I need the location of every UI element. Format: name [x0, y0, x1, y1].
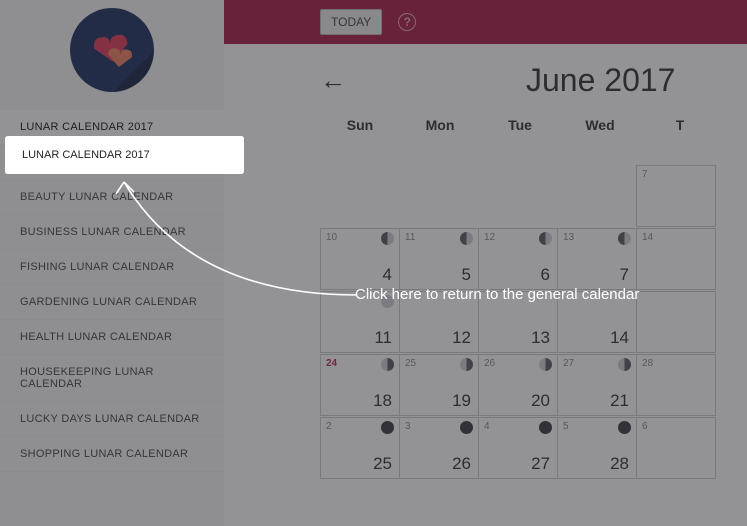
day-cell[interactable]: 14	[636, 228, 716, 290]
day-cell[interactable]: 7	[636, 165, 716, 227]
moon-phase-icon	[618, 232, 631, 245]
lunar-day: 25	[405, 358, 416, 369]
moon-phase-icon	[618, 358, 631, 371]
gregorian-day: 12	[452, 328, 471, 348]
lunar-day: 13	[563, 232, 574, 243]
sidebar-item-shopping[interactable]: SHOPPING LUNAR CALENDAR	[0, 437, 224, 472]
lunar-day: 11	[405, 232, 415, 243]
gregorian-day: 28	[610, 454, 629, 474]
gregorian-day: 18	[373, 391, 392, 411]
gregorian-day: 4	[383, 265, 392, 285]
gregorian-day: 7	[620, 265, 629, 285]
weekday-label: Sun	[320, 111, 400, 139]
weekday-label: Wed	[560, 111, 640, 139]
day-cell[interactable]: 28	[636, 354, 716, 416]
month-title: June 2017	[526, 62, 675, 99]
lunar-day: 10	[326, 232, 337, 243]
week-row: 10 4 11 5 12 6 13 7 14	[320, 228, 747, 289]
lunar-day: 7	[642, 169, 648, 180]
gregorian-day: 19	[452, 391, 471, 411]
calendar-header: ← June 2017	[320, 62, 747, 99]
tour-spotlight-label: LUNAR CALENDAR 2017	[7, 138, 242, 172]
sidebar-item-business[interactable]: BUSINESS LUNAR CALENDAR	[0, 215, 224, 250]
topbar: TODAY ?	[224, 0, 747, 44]
day-cell[interactable]: 24 18	[320, 354, 400, 416]
gregorian-day: 26	[452, 454, 471, 474]
day-cell[interactable]	[636, 291, 716, 353]
logo-wrap	[0, 8, 224, 92]
gregorian-day: 14	[610, 328, 629, 348]
weekday-label: T	[640, 111, 720, 139]
sidebar-item-housekeeping[interactable]: HOUSEKEEPING LUNAR CALENDAR	[0, 355, 224, 402]
weekday-row: SunMonTueWedT	[320, 111, 747, 139]
weekday-label: Tue	[480, 111, 560, 139]
day-cell[interactable]: 5 28	[557, 417, 637, 479]
day-cell[interactable]: 11 5	[399, 228, 479, 290]
gregorian-day: 21	[610, 391, 629, 411]
day-cell[interactable]: 13 7	[557, 228, 637, 290]
gregorian-day: 11	[374, 328, 392, 348]
weekday-label: Mon	[400, 111, 480, 139]
sidebar: LUNAR CALENDAR 2017 COUPLES LUNAR CALEND…	[0, 0, 224, 526]
moon-phase-icon	[381, 358, 394, 371]
gregorian-day: 5	[462, 265, 471, 285]
lunar-day: 3	[405, 421, 411, 432]
moon-phase-icon	[618, 421, 631, 434]
lunar-day: 12	[484, 232, 495, 243]
sidebar-item-fishing[interactable]: FISHING LUNAR CALENDAR	[0, 250, 224, 285]
main: TODAY ? ← June 2017 SunMonTueWedT 7 10 4 11…	[224, 0, 747, 526]
moon-phase-icon	[381, 232, 394, 245]
sidebar-item-beauty[interactable]: BEAUTY LUNAR CALENDAR	[0, 180, 224, 215]
calendar-content: ← June 2017 SunMonTueWedT 71041151261371…	[224, 44, 747, 526]
gregorian-day: 6	[541, 265, 550, 285]
help-icon[interactable]: ?	[398, 13, 416, 31]
gregorian-day: 25	[373, 454, 392, 474]
week-row: 7	[320, 165, 747, 226]
lunar-day: 24	[326, 358, 337, 369]
day-cell[interactable]: 27 21	[557, 354, 637, 416]
tour-hint-text: Click here to return to the general cale…	[355, 286, 639, 303]
gregorian-day: 13	[531, 328, 550, 348]
day-cell[interactable]: 25 19	[399, 354, 479, 416]
day-cell[interactable]: 3 26	[399, 417, 479, 479]
sidebar-item-gardening[interactable]: GARDENING LUNAR CALENDAR	[0, 285, 224, 320]
week-row: 2 25 3 26 4 27 5 28 6	[320, 417, 747, 478]
day-cell[interactable]: 6	[636, 417, 716, 479]
lunar-day: 4	[484, 421, 490, 432]
moon-phase-icon	[381, 421, 394, 434]
gregorian-day: 20	[531, 391, 550, 411]
lunar-day: 2	[326, 421, 332, 432]
day-cell[interactable]: 12 6	[478, 228, 558, 290]
moon-phase-icon	[539, 421, 552, 434]
tour-spotlight[interactable]: LUNAR CALENDAR 2017	[7, 138, 242, 172]
lunar-day: 5	[563, 421, 569, 432]
moon-phase-icon	[539, 232, 552, 245]
calendar-grid: 7104115126137141112131424182519262027212…	[320, 165, 747, 478]
day-cell[interactable]: 10 4	[320, 228, 400, 290]
day-cell[interactable]: 2 25	[320, 417, 400, 479]
moon-phase-icon	[460, 358, 473, 371]
week-row: 24 18 25 19 26 20 27 21 28	[320, 354, 747, 415]
moon-phase-icon	[539, 358, 552, 371]
prev-month-icon[interactable]: ←	[320, 65, 346, 96]
lunar-day: 27	[563, 358, 574, 369]
today-button[interactable]: TODAY	[320, 9, 382, 35]
day-cell[interactable]: 26 20	[478, 354, 558, 416]
lunar-day: 6	[642, 421, 648, 432]
app-root: LUNAR CALENDAR 2017 COUPLES LUNAR CALEND…	[0, 0, 747, 526]
moon-phase-icon	[460, 232, 473, 245]
moon-phase-icon	[460, 421, 473, 434]
gregorian-day: 27	[531, 454, 550, 474]
lunar-day: 14	[642, 232, 653, 243]
day-cell[interactable]: 4 27	[478, 417, 558, 479]
sidebar-item-lucky-days[interactable]: LUCKY DAYS LUNAR CALENDAR	[0, 402, 224, 437]
lunar-day: 28	[642, 358, 653, 369]
hearts-logo	[70, 8, 154, 92]
lunar-day: 26	[484, 358, 495, 369]
sidebar-item-health[interactable]: HEALTH LUNAR CALENDAR	[0, 320, 224, 355]
